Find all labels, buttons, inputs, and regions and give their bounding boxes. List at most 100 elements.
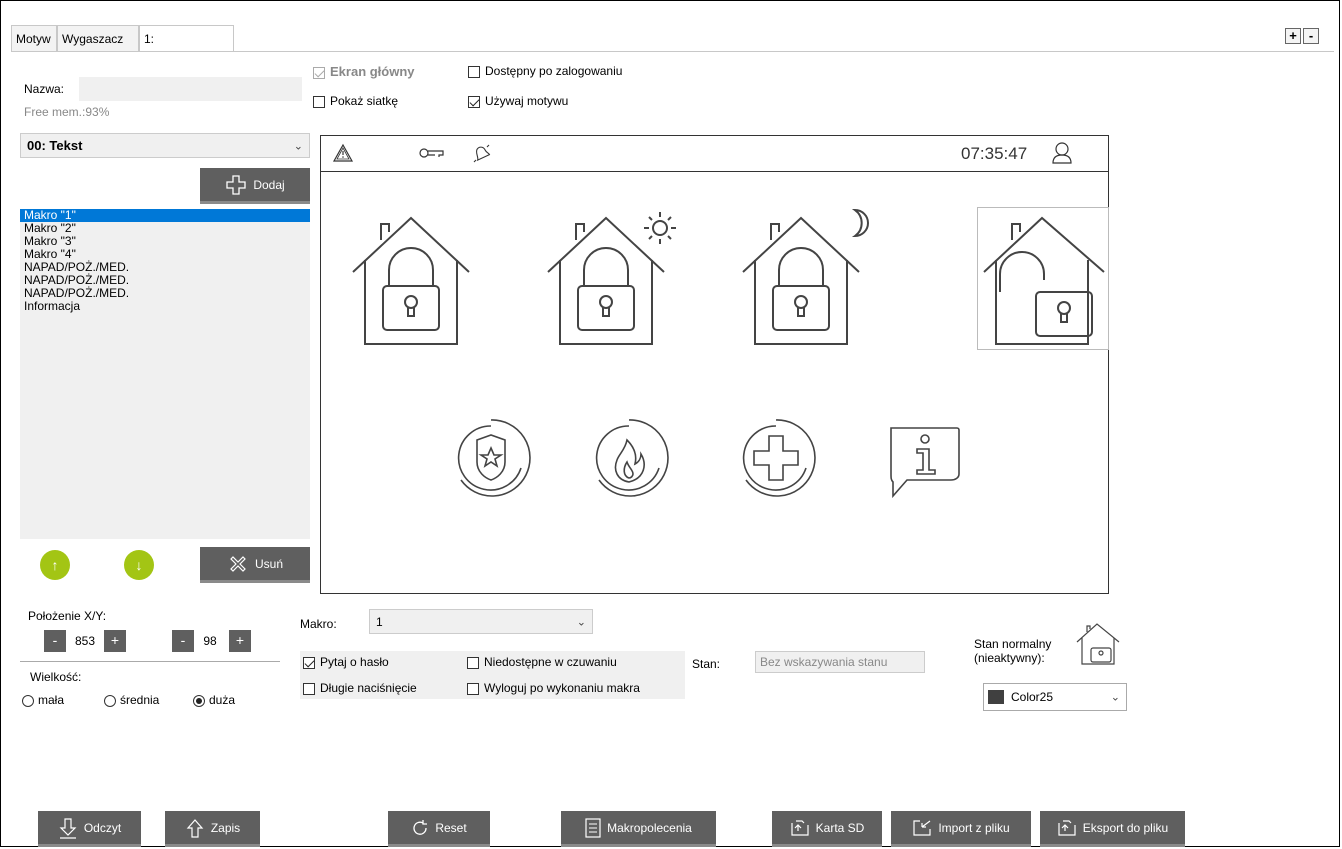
macro-select-value: 1 — [376, 615, 383, 629]
fire-icon[interactable] — [589, 418, 669, 498]
macro-label: Makro: — [300, 617, 337, 631]
macro-commands-button[interactable]: Makropolecenia — [561, 811, 716, 847]
medical-cross-icon[interactable] — [736, 418, 816, 498]
available-after-login-checkbox[interactable]: Dostępny po zalogowaniu — [468, 64, 622, 78]
move-up-button[interactable]: ↑ — [40, 550, 70, 580]
normal-state-label-1: Stan normalny — [974, 637, 1052, 651]
main-screen-checkbox: Ekran główny — [313, 64, 415, 79]
import-button[interactable]: Import z pliku — [891, 811, 1031, 847]
name-input[interactable] — [79, 77, 302, 101]
selected-element-frame[interactable] — [977, 207, 1109, 350]
checkbox[interactable] — [303, 656, 315, 669]
export-button-label: Eksport do pliku — [1082, 820, 1169, 835]
ask-password-checkbox[interactable]: Pytaj o hasło — [303, 655, 389, 669]
checkbox[interactable] — [467, 656, 479, 669]
ask-password-label: Pytaj o hasło — [320, 655, 389, 669]
export-button[interactable]: Eksport do pliku — [1040, 811, 1185, 847]
info-icon[interactable] — [887, 424, 963, 500]
house-lock-icon[interactable] — [351, 216, 471, 348]
bell-icon — [473, 144, 491, 163]
add-button[interactable]: Dodaj — [200, 168, 310, 204]
long-press-checkbox[interactable]: Długie naciśnięcie — [303, 681, 417, 695]
checkbox[interactable] — [468, 65, 480, 78]
size-medium-radio[interactable]: średnia — [104, 693, 159, 707]
sd-card-button-label: Karta SD — [815, 820, 865, 835]
radio[interactable] — [22, 694, 34, 707]
key-icon — [419, 148, 444, 158]
screen-preview[interactable]: 07:35:47 — [320, 135, 1109, 594]
tab-wygaszacz[interactable]: Wygaszacz — [57, 25, 139, 51]
chevron-down-icon: ⌄ — [293, 140, 303, 152]
tab-screen-1[interactable]: 1: — [139, 25, 234, 52]
house-lock-night-icon[interactable] — [741, 206, 876, 348]
checklist-icon — [585, 817, 601, 838]
size-small-label: mała — [38, 693, 65, 707]
size-medium-label: średnia — [120, 693, 160, 707]
reset-button-label: Reset — [435, 820, 467, 835]
free-mem-label: Free mem.:93% — [24, 105, 110, 119]
size-small-radio[interactable]: mała — [22, 693, 64, 707]
x-increment-button[interactable]: + — [104, 630, 126, 652]
radio[interactable] — [104, 694, 116, 707]
main-screen-label: Ekran główny — [330, 64, 415, 79]
plus-icon — [226, 174, 246, 195]
size-label: Wielkość: — [30, 670, 82, 684]
remove-tab-button[interactable]: - — [1303, 28, 1319, 44]
arrow-up-icon: ↑ — [51, 557, 59, 573]
show-grid-checkbox[interactable]: Pokaż siatkę — [313, 94, 398, 108]
house-state-preview-icon[interactable] — [1075, 622, 1121, 666]
show-grid-label: Pokaż siatkę — [330, 94, 399, 108]
element-select[interactable]: 00: Tekst ⌄ — [20, 133, 310, 158]
house-unlock-icon[interactable] — [982, 216, 1108, 348]
element-select-value: 00: Tekst — [27, 138, 83, 153]
logout-after-label: Wyloguj po wykonaniu makra — [484, 681, 640, 695]
name-label: Nazwa: — [24, 82, 65, 96]
checkbox[interactable] — [303, 682, 315, 695]
size-large-radio[interactable]: duża — [193, 693, 235, 707]
download-icon — [59, 817, 77, 839]
x-decrement-button[interactable]: - — [44, 630, 66, 652]
color-swatch — [988, 690, 1004, 704]
house-lock-day-icon[interactable] — [546, 206, 681, 348]
unavailable-armed-checkbox[interactable]: Niedostępne w czuwaniu — [467, 655, 617, 669]
available-after-login-label: Dostępny po zalogowaniu — [485, 64, 623, 78]
y-increment-button[interactable]: + — [229, 630, 251, 652]
state-field-value: Bez wskazywania stanu — [760, 655, 888, 669]
logout-after-checkbox[interactable]: Wyloguj po wykonaniu makra — [467, 681, 640, 695]
color-select-value: Color25 — [1011, 690, 1054, 704]
sd-card-button[interactable]: Karta SD — [772, 811, 882, 847]
police-badge-icon[interactable] — [451, 418, 531, 498]
y-value[interactable]: 98 — [194, 630, 226, 652]
checkbox — [313, 66, 325, 79]
import-button-label: Import z pliku — [938, 820, 1010, 835]
preview-status-bar: 07:35:47 — [321, 136, 1108, 172]
delete-button[interactable]: Usuń — [200, 547, 310, 583]
macro-list[interactable]: Makro "1" Makro "2" Makro "3" Makro "4" … — [20, 209, 310, 539]
radio[interactable] — [193, 694, 205, 707]
export-icon — [1058, 819, 1076, 836]
write-button[interactable]: Zapis — [165, 811, 260, 847]
reset-button[interactable]: Reset — [388, 811, 490, 847]
add-tab-button[interactable]: + — [1285, 28, 1301, 44]
y-decrement-button[interactable]: - — [172, 630, 194, 652]
checkbox[interactable] — [468, 95, 480, 108]
unavailable-armed-label: Niedostępne w czuwaniu — [484, 655, 617, 669]
divider — [20, 661, 280, 662]
checkbox[interactable] — [467, 682, 479, 695]
read-button[interactable]: Odczyt — [38, 811, 141, 847]
macro-select[interactable]: 1 ⌄ — [369, 609, 593, 634]
list-item[interactable]: Informacja — [20, 300, 310, 313]
color-select[interactable]: Color25 ⌄ — [983, 683, 1127, 711]
normal-state-label-2: (nieaktywny): — [974, 651, 1045, 665]
add-button-label: Dodaj — [253, 177, 285, 192]
tab-motyw[interactable]: Motyw — [11, 25, 57, 51]
chevron-down-icon: ⌄ — [1110, 691, 1120, 704]
x-value[interactable]: 853 — [66, 630, 104, 652]
move-down-button[interactable]: ↓ — [124, 550, 154, 580]
use-theme-checkbox[interactable]: Używaj motywu — [468, 94, 568, 108]
tab-divider — [11, 51, 1334, 52]
warning-icon — [332, 143, 354, 162]
user-icon[interactable] — [1051, 141, 1073, 165]
checkbox[interactable] — [313, 95, 325, 108]
state-field: Bez wskazywania stanu — [755, 651, 925, 673]
